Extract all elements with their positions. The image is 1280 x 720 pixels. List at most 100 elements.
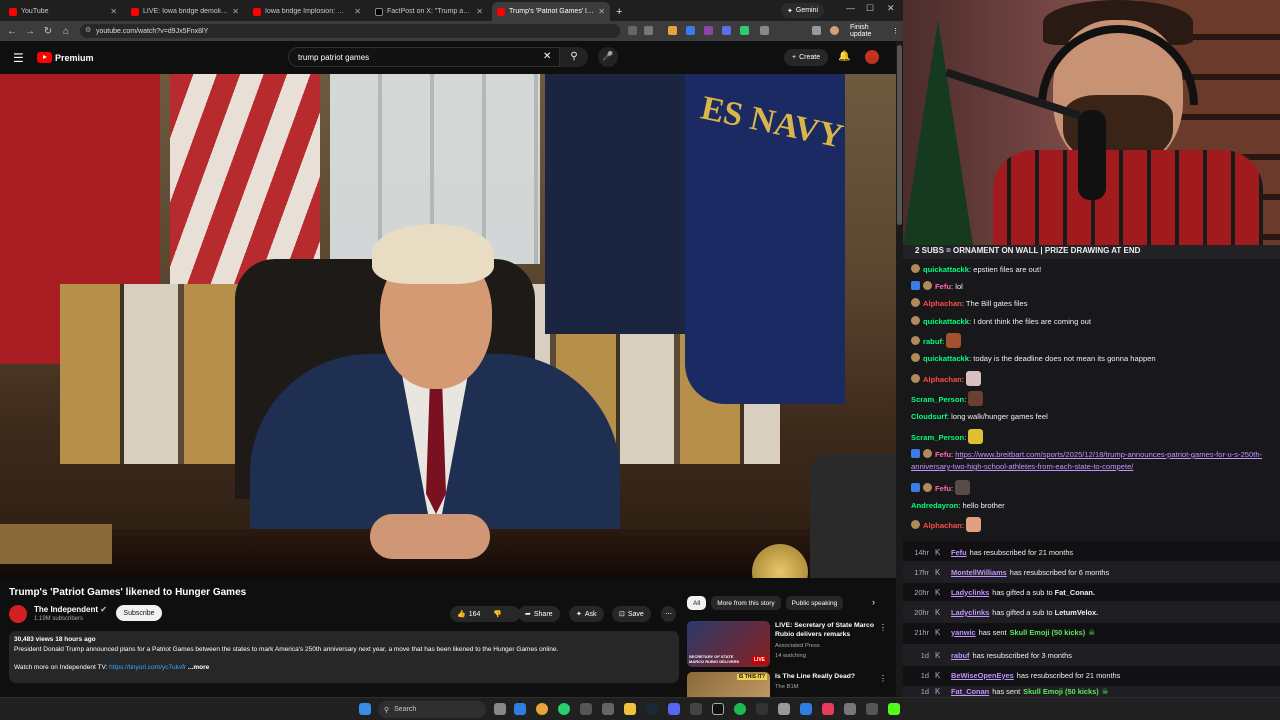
browser-tab[interactable]: Iowa bridge Implosion: Watch t...✕ — [248, 2, 366, 21]
steam-icon[interactable] — [646, 703, 658, 715]
menu-icon[interactable]: ☰ — [13, 51, 24, 65]
chip-public-speaking[interactable]: Public speaking — [785, 596, 844, 610]
address-bar[interactable]: ⚙ youtube.com/watch?v=d9Jx5Fnx8lY — [80, 24, 620, 38]
chip-more-from-story[interactable]: More from this story — [711, 596, 781, 610]
chrome-icon[interactable] — [536, 703, 548, 715]
close-tab-icon[interactable]: ✕ — [598, 7, 605, 16]
minimize-icon[interactable]: — — [846, 3, 855, 13]
recommended-video[interactable]: SECRETARY OF STATE MARCO RUBIO DELIVERS … — [687, 621, 892, 669]
obs-icon[interactable] — [712, 703, 724, 715]
chat-link[interactable]: https://www.breitbart.com/sports/2025/12… — [911, 450, 1262, 471]
ask-button[interactable]: ✦ Ask — [569, 606, 604, 622]
extension-icon[interactable] — [722, 26, 731, 35]
edge-icon[interactable] — [514, 703, 526, 715]
more-actions-button[interactable]: ⋯ — [661, 606, 676, 622]
dislike-icon[interactable]: 👎 — [493, 610, 502, 618]
extensions-puzzle-icon[interactable] — [760, 26, 769, 35]
close-tab-icon[interactable]: ✕ — [354, 7, 361, 16]
like-icon[interactable]: 👍 — [457, 610, 466, 618]
back-icon[interactable]: ← — [3, 26, 21, 37]
app-icon[interactable] — [580, 703, 592, 715]
file-explorer-icon[interactable] — [624, 703, 636, 715]
app-icon[interactable] — [822, 703, 834, 715]
browser-tab[interactable]: LIVE: Iowa bridge demolition: I...✕ — [126, 2, 244, 21]
like-count[interactable]: 164 — [469, 611, 481, 618]
recommended-title[interactable]: Is The Line Really Dead? — [775, 672, 875, 681]
reload-icon[interactable]: ↻ — [39, 26, 57, 37]
task-view-icon[interactable] — [494, 703, 506, 715]
extension-icon[interactable] — [686, 26, 695, 35]
voice-search-button[interactable]: 🎤 — [598, 47, 618, 67]
app-icon[interactable] — [602, 703, 614, 715]
save-button[interactable]: ⊡ Save — [612, 606, 651, 622]
forward-icon[interactable]: → — [21, 26, 39, 37]
subscribe-button[interactable]: Subscribe — [116, 605, 162, 621]
badge-icon — [911, 264, 920, 273]
cast-icon[interactable] — [628, 26, 637, 35]
more-vertical-icon[interactable]: ⋮ — [879, 674, 887, 683]
page-scrollbar[interactable] — [896, 41, 903, 697]
video-player[interactable]: ES NAVY — [0, 74, 896, 578]
app-icon[interactable] — [800, 703, 812, 715]
chat-message: Fefu: https://www.breitbart.com/sports/2… — [911, 449, 1263, 471]
extension-icon[interactable] — [704, 26, 713, 35]
close-tab-icon[interactable]: ✕ — [110, 7, 117, 16]
finish-update-button[interactable]: Finish update ⋮ — [846, 24, 903, 38]
video-thumbnail[interactable]: IS THIS IT? — [687, 672, 770, 697]
browser-tab[interactable]: FactPost on X: "Trump anno... ✕ — [370, 2, 488, 21]
scrollbar-thumb[interactable] — [897, 45, 902, 225]
bookmark-star-icon[interactable] — [644, 26, 653, 35]
browser-tab[interactable]: YouTube ✕ — [4, 2, 122, 21]
video-description[interactable]: 30,483 views 18 hours ago President Dona… — [9, 631, 679, 683]
create-button[interactable]: + Create — [784, 49, 829, 66]
close-window-icon[interactable]: ✕ — [887, 3, 895, 14]
home-icon[interactable]: ⌂ — [57, 26, 75, 37]
search-button[interactable]: ⚲ — [560, 47, 588, 67]
maximize-icon[interactable]: ☐ — [866, 3, 874, 14]
taskbar-search[interactable]: ⚲ Search — [378, 701, 486, 718]
youtube-logo[interactable]: Premium — [37, 52, 94, 63]
chip-all[interactable]: All — [687, 596, 707, 610]
windows-start-icon[interactable] — [359, 703, 371, 715]
x-favicon-icon — [375, 7, 383, 16]
youtube-play-icon — [37, 52, 52, 63]
recommended-video[interactable]: IS THIS IT? Is The Line Really Dead? The… — [687, 672, 892, 697]
video-thumbnail[interactable]: SECRETARY OF STATE MARCO RUBIO DELIVERS … — [687, 621, 770, 667]
notifications-bell-icon[interactable]: 🔔 — [838, 51, 850, 62]
clear-search-icon[interactable]: ✕ — [543, 51, 551, 62]
close-tab-icon[interactable]: ✕ — [232, 7, 239, 16]
recommended-title[interactable]: LIVE: Secretary of State Marco Rubio del… — [775, 621, 875, 639]
extension-icon[interactable] — [740, 26, 749, 35]
sidebar-icon[interactable] — [812, 26, 821, 35]
discord-icon[interactable] — [668, 703, 680, 715]
chat-message: quickattackk: epstien files are out! — [911, 264, 1273, 276]
description-link[interactable]: https://tinyurl.com/yc7ukvfr — [109, 664, 186, 671]
skull-emoji-icon: ☠ — [1101, 687, 1109, 696]
chrome-icon[interactable] — [558, 703, 570, 715]
close-tab-icon[interactable]: ✕ — [476, 7, 483, 16]
kick-app-icon[interactable] — [888, 703, 900, 715]
show-more-link[interactable]: ...more — [188, 664, 209, 671]
profile-avatar[interactable] — [830, 26, 839, 35]
emote-icon — [968, 391, 984, 406]
app-icon[interactable] — [866, 703, 878, 715]
app-icon[interactable] — [756, 703, 768, 715]
gemini-button[interactable]: ✦ Gemini — [781, 3, 825, 18]
channel-avatar[interactable] — [9, 605, 27, 623]
app-icon[interactable] — [690, 703, 702, 715]
app-icon[interactable] — [844, 703, 856, 715]
site-info-icon[interactable]: ⚙ — [85, 26, 91, 34]
browser-tab-active[interactable]: Trump's 'Patriot Games' lik... ✕ — [492, 2, 610, 21]
new-tab-button[interactable]: + — [616, 6, 622, 18]
share-button[interactable]: ➦ Share — [518, 606, 560, 622]
spotify-icon[interactable] — [734, 703, 746, 715]
chevron-right-icon[interactable]: › — [872, 597, 875, 607]
sparkle-icon: ✦ — [787, 7, 793, 15]
channel-name[interactable]: The Independent ✔ — [34, 605, 107, 614]
app-icon[interactable] — [778, 703, 790, 715]
account-avatar[interactable] — [865, 50, 879, 64]
search-input[interactable]: trump patriot games — [288, 47, 560, 67]
more-vertical-icon[interactable]: ⋮ — [879, 623, 887, 632]
related-chips: All More from this story Public speaking — [687, 596, 844, 610]
extension-icon[interactable] — [668, 26, 677, 35]
